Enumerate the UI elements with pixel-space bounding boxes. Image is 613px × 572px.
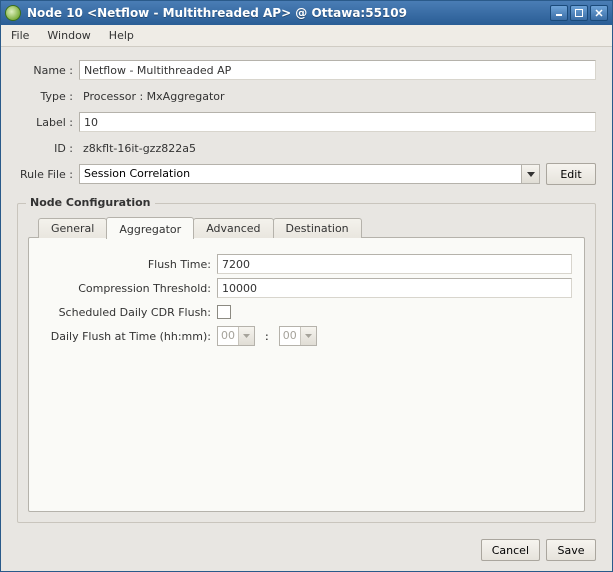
minutes-value: 00 [280,327,300,345]
row-id: ID : z8kflt-16it-gzz822a5 [17,137,596,159]
menu-help[interactable]: Help [105,27,138,44]
minutes-dropdown-button[interactable] [300,327,316,345]
app-icon [5,5,21,21]
tab-general[interactable]: General [38,218,107,238]
flush-time-label: Flush Time: [41,258,211,271]
tab-destination[interactable]: Destination [273,218,362,238]
row-flush-time: Flush Time: [41,252,572,276]
row-rulefile: Rule File : Session Correlation Edit [17,163,596,185]
hours-value: 00 [218,327,238,345]
scheduled-checkbox[interactable] [217,305,231,319]
rulefile-label: Rule File : [17,168,73,181]
time-colon: : [261,330,273,343]
titlebar: Node 10 <Netflow - Multithreaded AP> @ O… [1,1,612,25]
hours-dropdown-button[interactable] [238,327,254,345]
scheduled-label: Scheduled Daily CDR Flush: [41,306,211,319]
minimize-button[interactable] [550,5,568,21]
menu-file[interactable]: File [7,27,33,44]
close-icon [595,9,603,17]
id-label: ID : [17,142,73,155]
row-label: Label : [17,111,596,133]
tab-advanced[interactable]: Advanced [193,218,273,238]
minutes-spinner[interactable]: 00 [279,326,317,346]
maximize-icon [575,9,583,17]
row-daily-flush-time: Daily Flush at Time (hh:mm): 00 : 00 [41,324,572,348]
compression-label: Compression Threshold: [41,282,211,295]
close-button[interactable] [590,5,608,21]
chevron-down-icon [305,334,312,338]
row-compression: Compression Threshold: [41,276,572,300]
hours-spinner[interactable]: 00 [217,326,255,346]
chevron-down-icon [243,334,250,338]
node-config-legend: Node Configuration [26,196,155,209]
chevron-down-icon [527,172,535,177]
edit-button[interactable]: Edit [546,163,596,185]
minimize-icon [555,9,563,17]
name-label: Name : [17,64,73,77]
maximize-button[interactable] [570,5,588,21]
button-bar: Cancel Save [1,531,612,571]
cancel-button[interactable]: Cancel [481,539,540,561]
menubar: File Window Help [1,25,612,47]
window: Node 10 <Netflow - Multithreaded AP> @ O… [0,0,613,572]
rulefile-value: Session Correlation [80,165,521,183]
tab-panel-aggregator: Flush Time: Compression Threshold: Sched… [28,237,585,512]
daily-time-label: Daily Flush at Time (hh:mm): [41,330,211,343]
compression-input[interactable] [217,278,572,298]
row-scheduled: Scheduled Daily CDR Flush: [41,300,572,324]
type-label: Type : [17,90,73,103]
rulefile-dropdown-button[interactable] [521,165,539,183]
flush-time-input[interactable] [217,254,572,274]
id-value: z8kflt-16it-gzz822a5 [79,142,596,155]
window-title: Node 10 <Netflow - Multithreaded AP> @ O… [27,6,548,20]
row-name: Name : [17,59,596,81]
content: Name : Type : Processor : MxAggregator L… [1,47,612,531]
rulefile-combo[interactable]: Session Correlation [79,164,540,184]
type-value: Processor : MxAggregator [79,90,596,103]
name-input[interactable] [79,60,596,80]
row-type: Type : Processor : MxAggregator [17,85,596,107]
save-button[interactable]: Save [546,539,596,561]
menu-window[interactable]: Window [43,27,94,44]
tab-aggregator[interactable]: Aggregator [106,217,194,239]
tabs: General Aggregator Advanced Destination [28,216,585,238]
node-config-fieldset: Node Configuration General Aggregator Ad… [17,203,596,523]
label-label: Label : [17,116,73,129]
label-input[interactable] [79,112,596,132]
